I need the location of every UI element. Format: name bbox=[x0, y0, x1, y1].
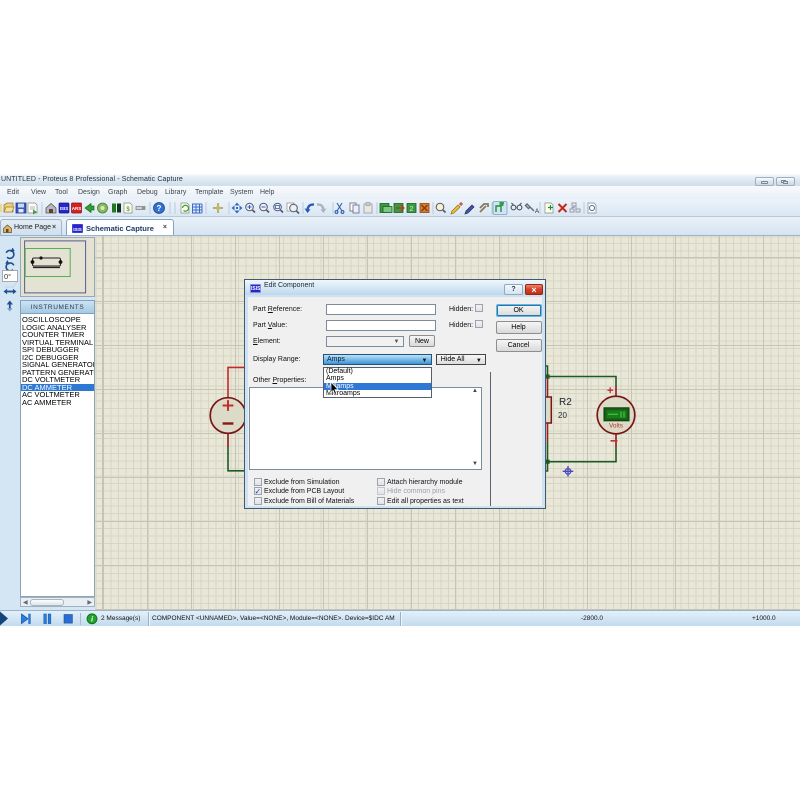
svg-text:ISIS: ISIS bbox=[60, 206, 69, 211]
svg-text:ISIS: ISIS bbox=[73, 227, 82, 232]
svg-text:2: 2 bbox=[410, 206, 414, 213]
svg-text:?: ? bbox=[157, 204, 162, 213]
svg-text:Volts: Volts bbox=[609, 423, 624, 430]
svg-text:R2: R2 bbox=[559, 397, 572, 408]
svg-text:0°: 0° bbox=[4, 272, 11, 281]
svg-text:20: 20 bbox=[558, 411, 567, 420]
svg-text:A: A bbox=[535, 209, 539, 215]
svg-text:ARS: ARS bbox=[72, 206, 82, 211]
